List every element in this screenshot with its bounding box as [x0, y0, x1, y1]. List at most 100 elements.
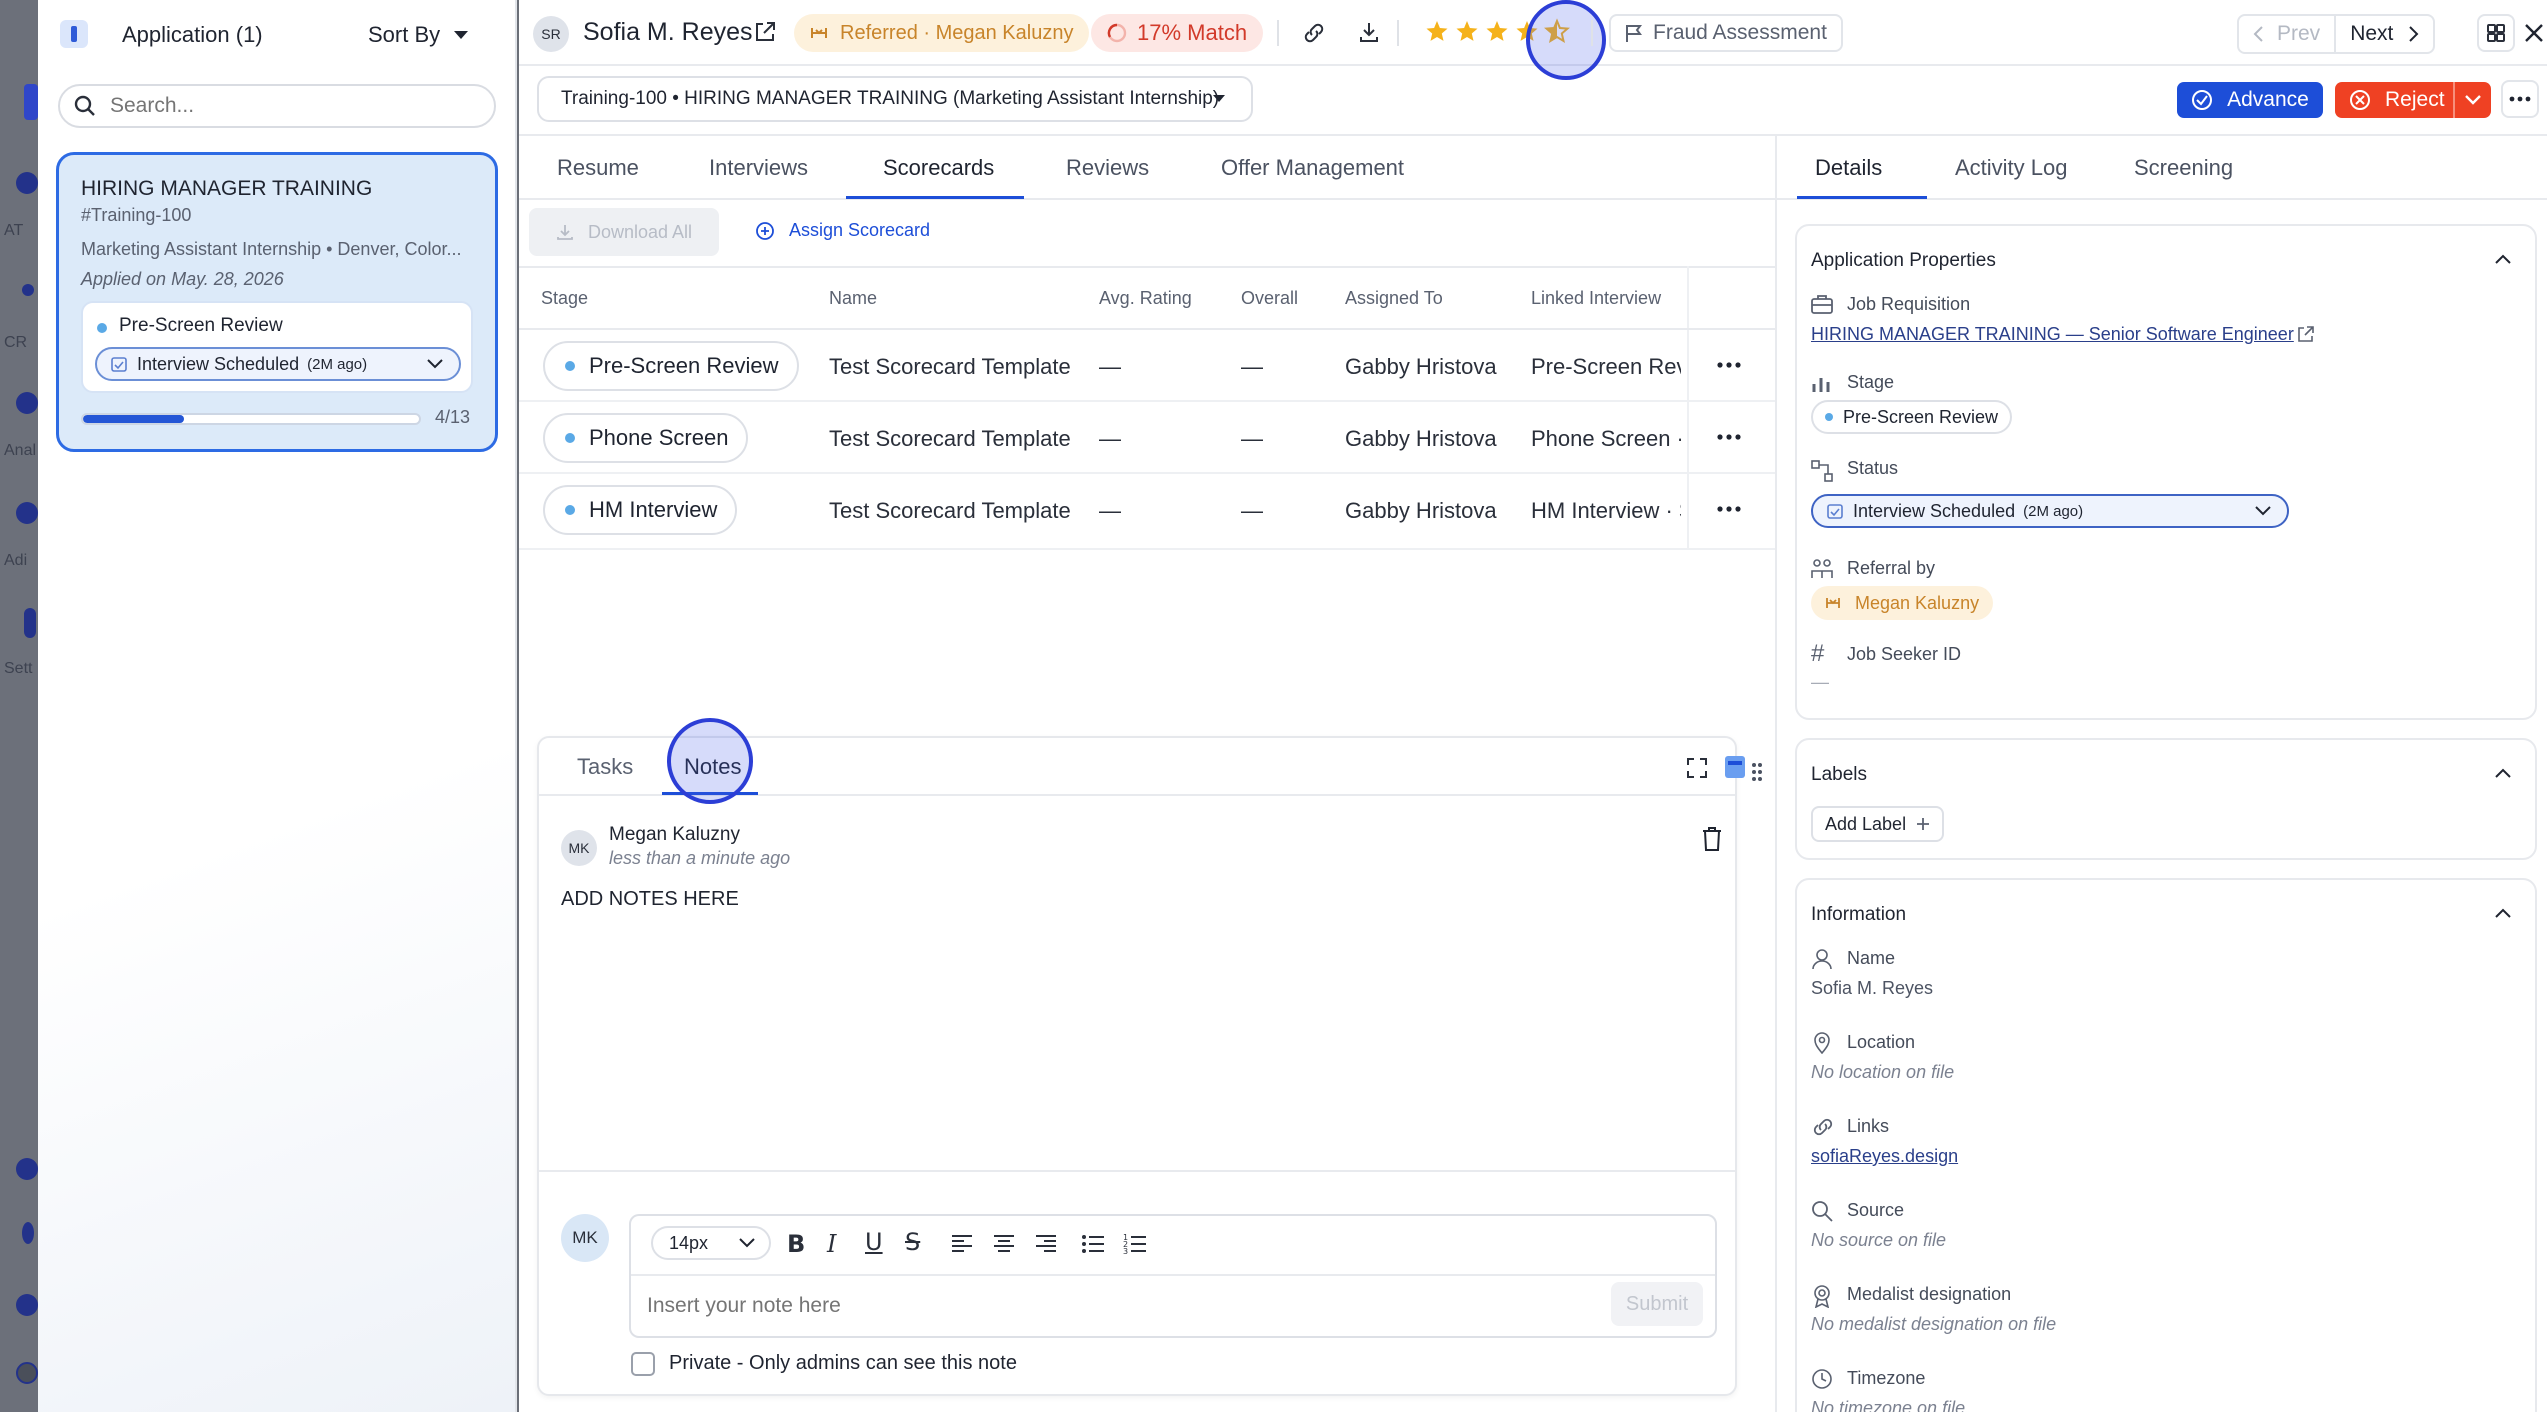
- plus-icon: [1917, 818, 1930, 830]
- stage-dot-icon: [1825, 413, 1833, 421]
- table-row[interactable]: HM Interview Test Scorecard Template — —…: [519, 474, 1775, 550]
- panel-toggle-icon[interactable]: [60, 20, 88, 48]
- close-icon[interactable]: [2523, 22, 2545, 44]
- advance-button[interactable]: Advance: [2177, 82, 2323, 118]
- reject-dropdown-button[interactable]: [2453, 82, 2491, 118]
- match-badge: 17% Match: [1091, 14, 1264, 52]
- row-more-icon[interactable]: [1717, 362, 1741, 368]
- chevron-up-icon[interactable]: [2495, 254, 2511, 264]
- chevron-left-icon: [2253, 26, 2263, 42]
- nav-settings-icon[interactable]: [24, 608, 36, 638]
- divider: [519, 266, 1775, 268]
- trash-icon[interactable]: [1701, 826, 1723, 852]
- application-card[interactable]: HIRING MANAGER TRAINING #Training-100 Ma…: [56, 152, 498, 452]
- sort-by-button[interactable]: Sort By: [368, 20, 469, 50]
- fraud-assessment-button[interactable]: Fraud Assessment: [1609, 14, 1843, 52]
- prev-button[interactable]: Prev: [2239, 16, 2337, 52]
- font-size-select[interactable]: 14px: [651, 1226, 771, 1260]
- link-icon[interactable]: [1301, 20, 1327, 46]
- tab-interviews[interactable]: Interviews: [709, 136, 808, 200]
- col-overall: Overall: [1241, 288, 1299, 308]
- download-all-button[interactable]: Download All: [529, 208, 719, 256]
- row-stage: HM Interview: [589, 497, 718, 522]
- drag-handle-icon[interactable]: [1751, 762, 1763, 782]
- job-requisition-link[interactable]: HIRING MANAGER TRAINING — Senior Softwar…: [1811, 324, 2294, 345]
- location-label: Location: [1847, 1032, 1916, 1052]
- align-left-icon[interactable]: [951, 1234, 973, 1254]
- strikethrough-icon[interactable]: S: [905, 1228, 920, 1256]
- caret-down-icon: [454, 31, 469, 39]
- minimize-panel-icon[interactable]: [1725, 756, 1745, 778]
- search-input[interactable]: [110, 94, 470, 118]
- add-label-button[interactable]: Add Label: [1811, 806, 1945, 842]
- status-select[interactable]: Interview Scheduled (2M ago): [1811, 494, 2289, 528]
- underline-icon[interactable]: U: [865, 1228, 883, 1256]
- composer-avatar: MK: [561, 1214, 609, 1262]
- nav-bottom-icon-2[interactable]: [22, 1222, 34, 1244]
- grid-view-button[interactable]: [2477, 14, 2515, 52]
- external-link-icon[interactable]: [2297, 325, 2315, 343]
- links-value[interactable]: sofiaReyes.design: [1811, 1146, 1958, 1167]
- submit-button[interactable]: Submit: [1611, 1282, 1703, 1326]
- star-icon[interactable]: [1486, 21, 1508, 41]
- bullet-list-icon[interactable]: [1081, 1234, 1105, 1254]
- nav-bottom-icon-3[interactable]: [16, 1294, 38, 1316]
- stage-pill[interactable]: Pre-Screen Review: [543, 341, 799, 391]
- table-row[interactable]: Phone Screen Test Scorecard Template — —…: [519, 402, 1775, 474]
- tab-details[interactable]: Details: [1815, 136, 1882, 200]
- bold-icon[interactable]: B: [787, 1230, 805, 1258]
- reject-button[interactable]: Reject: [2335, 82, 2453, 118]
- nav-admin-icon[interactable]: [16, 502, 38, 524]
- nav-cr-icon[interactable]: [22, 284, 34, 296]
- expand-icon[interactable]: [1687, 758, 1707, 778]
- star-icon[interactable]: [1456, 21, 1478, 41]
- assign-scorecard-label: Assign Scorecard: [789, 220, 931, 240]
- italic-icon[interactable]: I: [827, 1230, 836, 1258]
- tab-activity-log[interactable]: Activity Log: [1955, 136, 2068, 200]
- tab-scorecards[interactable]: Scorecards: [883, 136, 994, 200]
- chevron-up-icon[interactable]: [2495, 908, 2511, 918]
- numbered-list-icon[interactable]: 123: [1123, 1232, 1147, 1254]
- handshake-icon: [811, 28, 827, 38]
- medalist-value: No medalist designation on file: [1811, 1314, 2057, 1334]
- note-input[interactable]: [647, 1286, 1567, 1326]
- stage-label: Stage: [1847, 372, 1895, 392]
- row-linked-interview[interactable]: Pre-Screen Revie: [1531, 354, 1681, 380]
- tab-offer-management[interactable]: Offer Management: [1221, 136, 1404, 200]
- job-select[interactable]: Training-100 • HIRING MANAGER TRAINING (…: [537, 76, 1253, 122]
- tab-reviews[interactable]: Reviews: [1066, 136, 1149, 200]
- row-linked-interview[interactable]: Phone Screen · Ju: [1531, 426, 1681, 452]
- private-checkbox[interactable]: [631, 1352, 655, 1376]
- search-field[interactable]: [58, 84, 496, 128]
- row-stage: Pre-Screen Review: [589, 353, 779, 378]
- row-more-icon[interactable]: [1717, 506, 1741, 512]
- prev-next-group: Prev Next: [2237, 14, 2436, 54]
- tab-resume[interactable]: Resume: [557, 136, 639, 200]
- check-circle-icon: [2192, 90, 2213, 110]
- align-right-icon[interactable]: [1035, 1234, 1057, 1254]
- table-row[interactable]: Pre-Screen Review Test Scorecard Templat…: [519, 330, 1775, 402]
- stage-pill[interactable]: Phone Screen: [543, 413, 749, 463]
- user-avatar-icon[interactable]: [16, 1362, 38, 1384]
- card-status-label: Interview Scheduled: [137, 353, 300, 374]
- tab-tasks[interactable]: Tasks: [577, 754, 633, 780]
- tab-screening[interactable]: Screening: [2134, 136, 2233, 200]
- star-icon[interactable]: [1426, 21, 1448, 41]
- nav-ats-icon[interactable]: [16, 172, 38, 194]
- card-status-age: (2M ago): [307, 355, 368, 373]
- row-more-icon[interactable]: [1717, 434, 1741, 440]
- assign-scorecard-button[interactable]: Assign Scorecard: [755, 220, 930, 241]
- card-status-select[interactable]: Interview Scheduled (2M ago): [95, 347, 461, 381]
- stage-dot-icon: [97, 323, 107, 333]
- download-icon[interactable]: [1357, 20, 1381, 44]
- external-link-icon[interactable]: [753, 20, 777, 44]
- align-center-icon[interactable]: [993, 1234, 1015, 1254]
- nav-analytics-icon[interactable]: [16, 392, 38, 414]
- chevron-up-icon[interactable]: [2495, 768, 2511, 778]
- name-value: Sofia M. Reyes: [1811, 978, 1934, 998]
- row-linked-interview[interactable]: HM Interview · Se: [1531, 498, 1681, 524]
- next-button[interactable]: Next: [2336, 16, 2433, 52]
- nav-bottom-icon-1[interactable]: [16, 1158, 38, 1180]
- stage-pill[interactable]: HM Interview: [543, 485, 738, 535]
- more-actions-button[interactable]: [2501, 80, 2539, 118]
